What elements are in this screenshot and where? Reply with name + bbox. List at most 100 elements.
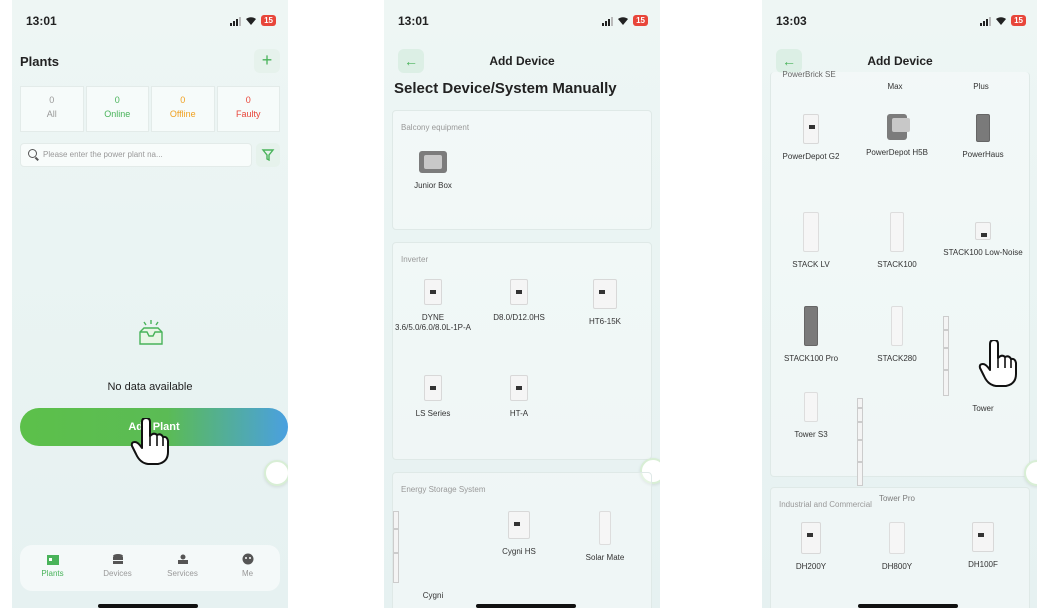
device-powerdepot-g2[interactable]: PowerDepot G2 bbox=[771, 114, 851, 162]
page-title: Select Device/System Manually bbox=[394, 80, 617, 97]
junior-box-image bbox=[419, 151, 447, 173]
device-dh200y[interactable]: DH200Y bbox=[771, 522, 851, 572]
stat-label: Faulty bbox=[235, 109, 261, 119]
device-label: PowerDepot G2 bbox=[782, 152, 840, 161]
device-powerbrick-se[interactable]: PowerBrick SE bbox=[769, 70, 849, 80]
device-label: DYNE 3.6/5.0/6.0/8.0L-1P-A bbox=[394, 313, 472, 332]
device-label: PowerHaus bbox=[962, 150, 1004, 159]
stat-value: 0 bbox=[245, 95, 251, 105]
stat-value: 0 bbox=[114, 95, 120, 105]
dh-image bbox=[889, 522, 905, 554]
device-dh800y[interactable]: DH800Y bbox=[857, 522, 937, 572]
signal-icon bbox=[980, 16, 992, 26]
device-label: Solar Mate bbox=[585, 553, 625, 562]
device-stack-lv[interactable]: STACK LV bbox=[771, 212, 851, 270]
device-label: HT6-15K bbox=[588, 317, 621, 326]
header-title: Add Device bbox=[489, 54, 555, 68]
phone-screen-add-device-scrolled: 13:03 15 ← Add Device PowerBrick SE Max … bbox=[762, 0, 1037, 608]
dh-image bbox=[801, 522, 821, 554]
nav-devices[interactable]: Devices bbox=[85, 545, 150, 591]
device-stack100-low-noise[interactable]: STACK100 Low-Noise bbox=[943, 222, 1023, 258]
stat-faulty[interactable]: 0 Faulty bbox=[216, 86, 280, 132]
device-label: STACK100 bbox=[877, 260, 917, 269]
device-label: HT-A bbox=[509, 409, 529, 418]
add-plant-icon-button[interactable]: + bbox=[254, 49, 280, 73]
wifi-icon bbox=[246, 16, 257, 25]
stack-image bbox=[975, 222, 991, 240]
device-label: STACK280 bbox=[877, 354, 917, 363]
home-indicator bbox=[858, 604, 958, 608]
stat-value: 0 bbox=[49, 95, 55, 105]
stat-all[interactable]: 0 All bbox=[20, 86, 84, 132]
filter-icon bbox=[261, 149, 275, 162]
stack-image bbox=[891, 306, 903, 346]
search-input[interactable]: Please enter the power plant na... bbox=[20, 143, 252, 167]
device-ht-a[interactable]: HT-A bbox=[479, 375, 559, 419]
device-powerhaus[interactable]: PowerHaus bbox=[943, 114, 1023, 160]
inverter-image bbox=[424, 279, 442, 305]
nav-services[interactable]: Services bbox=[150, 545, 215, 591]
search-placeholder: Please enter the power plant na... bbox=[43, 150, 163, 159]
device-powerbrick-max[interactable]: Max bbox=[855, 82, 935, 92]
plants-icon bbox=[46, 555, 59, 565]
inverter-image bbox=[593, 279, 617, 309]
wifi-icon bbox=[618, 16, 629, 25]
device-stack280[interactable]: STACK280 bbox=[857, 306, 937, 364]
filter-button[interactable] bbox=[256, 143, 280, 167]
nav-plants[interactable]: Plants bbox=[20, 545, 85, 591]
device-label: PowerDepot H5B bbox=[866, 148, 928, 157]
device-ls-series[interactable]: LS Series bbox=[393, 375, 473, 419]
nav-label: Plants bbox=[41, 569, 64, 578]
section-label: Balcony equipment bbox=[401, 123, 470, 132]
device-solar-mate[interactable]: Solar Mate bbox=[565, 511, 645, 563]
stat-label: All bbox=[46, 109, 57, 119]
device-tower-s3[interactable]: Tower S3 bbox=[771, 392, 851, 440]
home-indicator bbox=[98, 604, 198, 608]
empty-inbox-icon bbox=[139, 320, 163, 345]
device-label: D8.0/D12.0HS bbox=[493, 313, 545, 322]
stat-online[interactable]: 0 Online bbox=[85, 86, 149, 132]
device-cygni[interactable]: Cygni bbox=[393, 511, 473, 601]
status-time: 13:03 bbox=[776, 14, 807, 28]
status-time: 13:01 bbox=[26, 14, 57, 28]
floating-assistant-button[interactable] bbox=[1024, 460, 1037, 486]
device-dh100f[interactable]: DH100F bbox=[943, 522, 1023, 570]
stat-label: Offline bbox=[169, 109, 196, 119]
device-stack100[interactable]: STACK100 bbox=[857, 212, 937, 270]
status-bar: 13:03 15 bbox=[762, 14, 1037, 32]
cygni-image bbox=[393, 511, 473, 583]
tower-pro-image bbox=[857, 398, 937, 486]
device-junior-box[interactable]: Junior Box bbox=[393, 151, 473, 191]
tower-s3-image bbox=[804, 392, 818, 422]
floating-assistant-button[interactable] bbox=[264, 460, 288, 486]
device-powerbrick-plus[interactable]: Plus bbox=[941, 82, 1021, 92]
device-label: Plus bbox=[973, 82, 989, 91]
section-industrial: Industrial and Commercial DH200Y DH800Y … bbox=[770, 487, 1030, 608]
device-d8-d12[interactable]: D8.0/D12.0HS bbox=[479, 279, 559, 323]
solar-mate-image bbox=[599, 511, 611, 545]
signal-icon bbox=[602, 16, 614, 26]
device-label: Max bbox=[887, 82, 903, 91]
stat-offline[interactable]: 0 Offline bbox=[151, 86, 215, 132]
section-label: Energy Storage System bbox=[401, 485, 486, 494]
device-label: DH100F bbox=[968, 560, 998, 569]
phone-screen-add-device: 13:01 15 ← Add Device Select Device/Syst… bbox=[384, 0, 660, 608]
device-label: STACK100 Low-Noise bbox=[943, 248, 1023, 257]
device-cygni-hs[interactable]: Cygni HS bbox=[479, 511, 559, 557]
device-label: Tower S3 bbox=[794, 430, 828, 439]
device-stack100-pro[interactable]: STACK100 Pro bbox=[771, 306, 851, 364]
inverter-image bbox=[510, 279, 528, 305]
dh-image bbox=[972, 522, 994, 552]
device-label: DH800Y bbox=[881, 562, 913, 571]
signal-icon bbox=[230, 16, 242, 26]
section-inverter: Inverter DYNE 3.6/5.0/6.0/8.0L-1P-A D8.0… bbox=[392, 242, 652, 460]
device-label: Cygni HS bbox=[502, 547, 536, 556]
device-ht6-15k[interactable]: HT6-15K bbox=[565, 279, 645, 327]
inverter-image bbox=[424, 375, 442, 401]
device-dyne[interactable]: DYNE 3.6/5.0/6.0/8.0L-1P-A bbox=[393, 279, 473, 333]
cygni-hs-image bbox=[508, 511, 530, 539]
nav-label: Devices bbox=[103, 569, 132, 578]
status-bar: 13:01 15 bbox=[384, 14, 660, 32]
nav-me[interactable]: Me bbox=[215, 545, 280, 591]
device-powerdepot-h5b[interactable]: PowerDepot H5B bbox=[857, 114, 937, 158]
